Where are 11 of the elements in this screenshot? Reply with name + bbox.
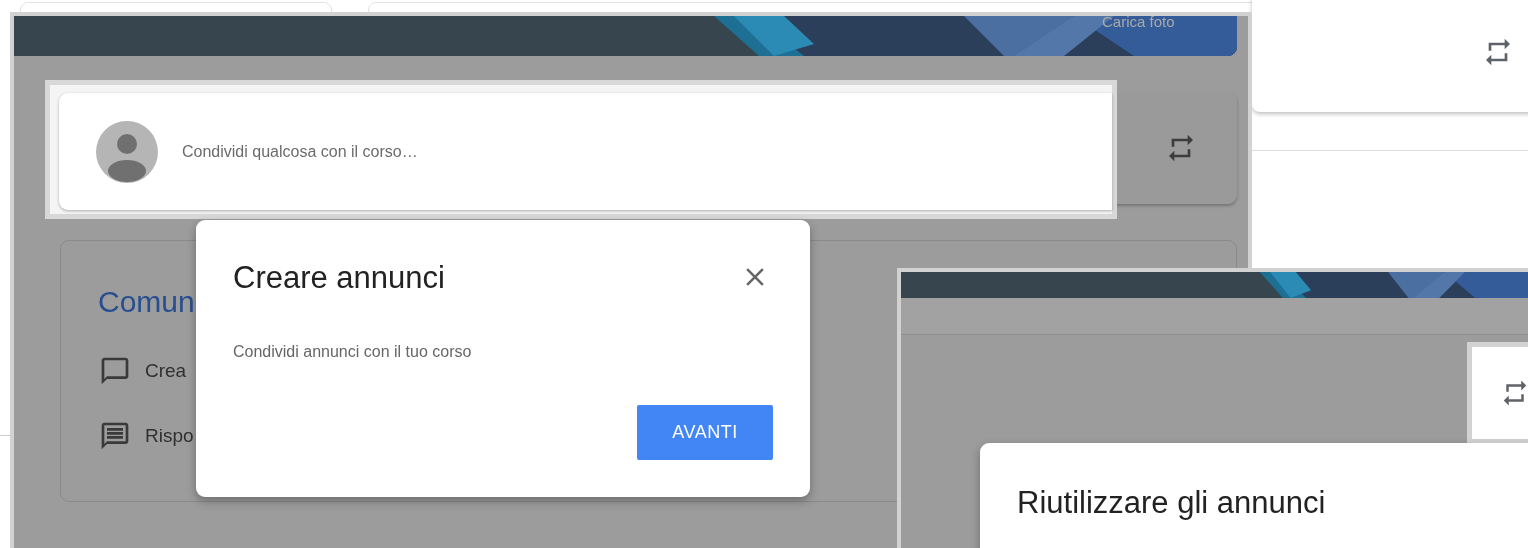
placeholder-text: Condividi qualcosa con il corso…: [182, 142, 418, 161]
next-button[interactable]: AVANTI: [637, 405, 773, 460]
avatar-icon: [96, 120, 158, 183]
dialog-text: Condividi annunci con il tuo corso: [233, 343, 472, 361]
dialog-title: Riutilizzare gli annunci: [1017, 485, 1326, 521]
card-link[interactable]: Crea: [145, 360, 187, 382]
dialog-title: Creare annunci: [233, 260, 445, 296]
card-title: Comun: [98, 285, 195, 319]
card-link[interactable]: Rispo: [145, 425, 194, 447]
post-field[interactable]: Condividi qualcosa con il corso…: [59, 93, 1112, 210]
upload-photo-link[interactable]: Carica foto: [1102, 16, 1175, 30]
